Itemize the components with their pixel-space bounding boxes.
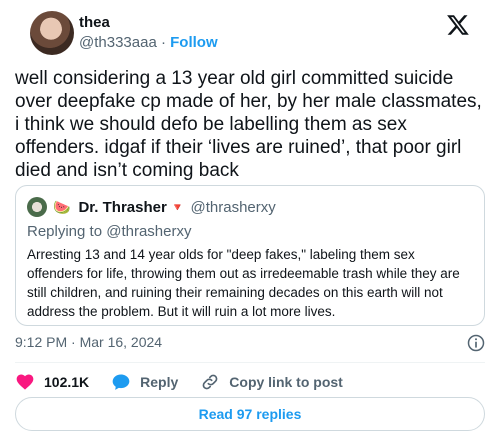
- info-icon[interactable]: [466, 333, 486, 353]
- author-handle-row: @th333aaa · Follow: [79, 34, 218, 51]
- speech-bubble-icon: [112, 374, 130, 390]
- action-bar: 102.1K Reply Copy link to post: [15, 372, 365, 392]
- read-replies-button[interactable]: Read 97 replies: [15, 397, 485, 431]
- like-count: 102.1K: [44, 374, 90, 390]
- copy-link-label: Copy link to post: [229, 374, 343, 390]
- heart-icon: [16, 374, 34, 390]
- quoted-author-handle: @thrasherxy: [190, 198, 276, 216]
- separator-dot: ·: [160, 34, 166, 51]
- tweet-text: well considering a 13 year old girl comm…: [15, 68, 482, 181]
- quoted-avatar: [27, 197, 47, 217]
- divider: [15, 362, 485, 363]
- avatar[interactable]: [30, 11, 74, 55]
- reply-button[interactable]: Reply: [111, 372, 178, 392]
- tweet-card: thea @th333aaa · Follow well considering…: [0, 0, 500, 443]
- copy-link-button[interactable]: Copy link to post: [200, 372, 343, 392]
- quoted-author-name: Dr. Thrasher: [78, 198, 167, 216]
- author-name[interactable]: thea: [79, 14, 110, 31]
- red-triangle-emoji: 🔻: [170, 201, 185, 214]
- quoted-tweet-text: Arresting 13 and 14 year olds for "deep …: [27, 247, 460, 319]
- follow-button[interactable]: Follow: [170, 34, 218, 51]
- quoted-tweet[interactable]: 🍉 Dr. Thrasher 🔻 @thrasherxy Replying to…: [15, 185, 485, 326]
- tweet-timestamp[interactable]: 9:12 PM · Mar 16, 2024: [15, 334, 162, 350]
- reply-label: Reply: [140, 374, 179, 390]
- x-logo-icon[interactable]: [446, 13, 470, 37]
- author-handle[interactable]: @th333aaa: [79, 34, 157, 51]
- quoted-tweet-header: 🍉 Dr. Thrasher 🔻 @thrasherxy: [27, 197, 473, 217]
- like-button[interactable]: 102.1K: [15, 372, 89, 392]
- link-icon: [202, 374, 218, 390]
- watermelon-emoji: 🍉: [53, 198, 71, 215]
- tweet-header: thea @th333aaa · Follow: [15, 0, 485, 68]
- replying-to: Replying to @thrasherxy: [27, 223, 192, 240]
